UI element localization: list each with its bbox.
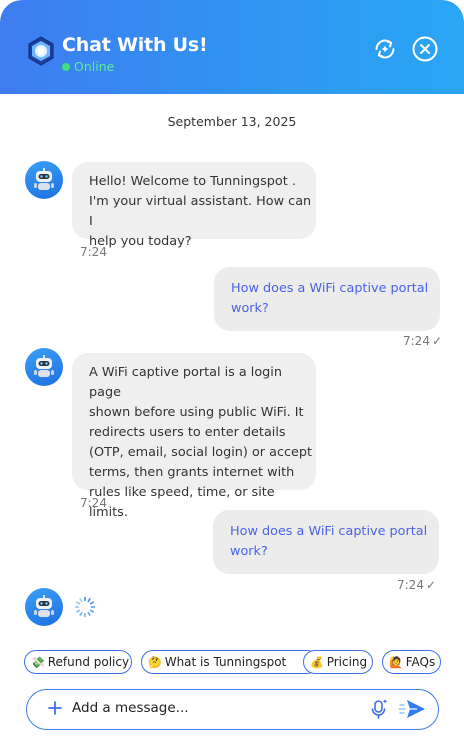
message-time: 7:24 xyxy=(80,245,107,259)
robot-icon xyxy=(34,168,54,190)
mic-sparkle-icon[interactable] xyxy=(369,698,389,720)
bot-message-bubble: Hello! Welcome to Tunningspot . I'm your… xyxy=(72,162,316,249)
robot-icon xyxy=(34,355,54,377)
date-divider: September 13, 2025 xyxy=(167,114,297,129)
message-line: A WiFi captive portal is a login page xyxy=(89,365,282,400)
quick-reply-faqs[interactable]: 🙋 FAQs xyxy=(382,650,441,674)
message-line: help you today? xyxy=(89,234,192,249)
chat-title: Chat With Us! xyxy=(62,34,208,56)
message-time-sent: 7:24 ✓ xyxy=(397,578,436,592)
person-raising-hand-icon: 🙋 xyxy=(389,655,403,669)
refresh-sparkle-icon[interactable] xyxy=(372,36,398,62)
quick-reply-refund-policy[interactable]: 💸 Refund policy xyxy=(24,650,132,674)
message-input[interactable]: Add a message... xyxy=(72,700,189,716)
robot-icon xyxy=(34,595,54,617)
close-circle-icon[interactable] xyxy=(412,36,438,62)
quick-reply-label: FAQs xyxy=(405,655,436,669)
user-message-bubble: How does a WiFi captive portal work? xyxy=(214,267,440,331)
message-line: I'm your virtual assistant. How can I xyxy=(89,194,312,229)
message-time: 7:24 xyxy=(397,578,424,592)
send-icon[interactable] xyxy=(399,697,427,721)
quick-reply-label: What is Tunningspot xyxy=(164,655,287,669)
message-time: 7:24 xyxy=(80,496,107,510)
bot-avatar xyxy=(25,348,63,386)
money-wings-icon: 💸 xyxy=(31,655,45,669)
status-label: Online xyxy=(74,59,115,74)
quick-reply-label: Pricing xyxy=(326,655,368,669)
money-bag-icon: 💰 xyxy=(310,655,324,669)
loading-spinner-icon xyxy=(74,596,96,618)
chat-header: Chat With Us! Online xyxy=(0,0,464,94)
message-line: terms, then grants internet with xyxy=(89,465,295,480)
bot-avatar xyxy=(25,161,63,199)
message-line: work? xyxy=(231,301,269,316)
quick-reply-label: Refund policy xyxy=(47,655,130,669)
message-line: redirects users to enter details xyxy=(89,425,286,440)
checkmark-icon: ✓ xyxy=(431,334,443,348)
bot-message-bubble: A WiFi captive portal is a login page sh… xyxy=(72,353,316,520)
checkmark-icon: ✓ xyxy=(425,578,437,592)
message-time-sent: 7:24 ✓ xyxy=(403,334,442,348)
message-line: Hello! Welcome to Tunningspot . xyxy=(89,174,296,189)
message-time: 7:24 xyxy=(403,334,430,348)
user-message-bubble: How does a WiFi captive portal work? xyxy=(213,510,439,574)
message-line: shown before using public WiFi. It xyxy=(89,405,304,420)
online-status: Online xyxy=(62,59,114,74)
message-line: How does a WiFi captive portal xyxy=(231,281,429,296)
message-line: (OTP, email, social login) or accept xyxy=(89,445,313,460)
chat-widget: Chat With Us! Online September 13, 2025 xyxy=(0,0,464,751)
plus-icon[interactable] xyxy=(47,700,63,716)
message-line: work? xyxy=(230,544,268,559)
hexagon-logo-icon xyxy=(28,36,54,66)
message-line: How does a WiFi captive portal xyxy=(230,524,428,539)
message-composer[interactable]: Add a message... xyxy=(26,689,439,730)
online-dot-icon xyxy=(62,62,70,71)
bot-avatar xyxy=(25,588,63,626)
quick-reply-what-is-tunningspot[interactable]: 🤔 What is Tunningspot xyxy=(141,650,319,674)
quick-reply-pricing[interactable]: 💰 Pricing xyxy=(303,650,373,674)
thinking-face-icon: 🤔 xyxy=(148,655,162,669)
